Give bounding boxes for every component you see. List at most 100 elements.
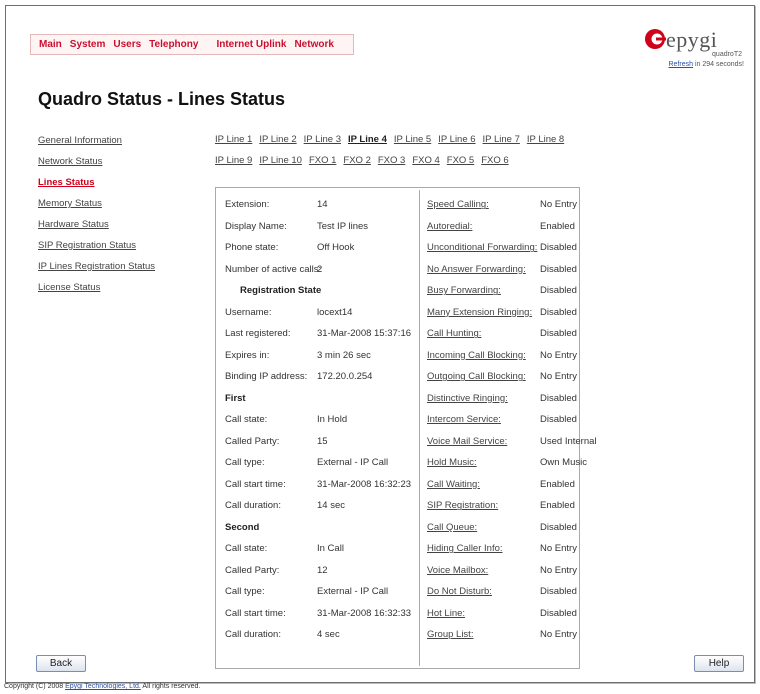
setting-link[interactable]: Group List:	[427, 629, 540, 640]
setting-link[interactable]: Busy Forwarding:	[427, 285, 540, 296]
sidebar-item-ip-lines-registration-status[interactable]: IP Lines Registration Status	[38, 261, 155, 282]
status-row: Registration State	[216, 280, 411, 302]
tab-fxo-3[interactable]: FXO 3	[378, 155, 405, 176]
sidebar-item-lines-status[interactable]: Lines Status	[38, 177, 155, 198]
status-row: Many Extension Ringing: Disabled	[427, 302, 597, 324]
section-heading: Second	[225, 521, 260, 533]
setting-link[interactable]: Autoredial:	[427, 221, 540, 232]
refresh-link[interactable]: Refresh	[668, 61, 693, 68]
back-button[interactable]: Back	[36, 655, 86, 672]
setting-link[interactable]: Voice Mail Service:	[427, 436, 540, 447]
status-value: Disabled	[540, 263, 577, 275]
tab-fxo-5[interactable]: FXO 5	[447, 155, 474, 176]
status-label: Last registered:	[225, 328, 291, 340]
tab-ip-line-3[interactable]: IP Line 3	[304, 134, 341, 155]
setting-link[interactable]: Unconditional Forwarding:	[427, 242, 540, 253]
status-row: Called Party: 15	[216, 431, 411, 453]
status-row: Call Hunting: Disabled	[427, 323, 597, 345]
setting-link[interactable]: No Answer Forwarding:	[427, 264, 540, 275]
device-model: quadroT2	[712, 51, 742, 58]
sidebar-item-license-status[interactable]: License Status	[38, 282, 155, 303]
setting-link[interactable]: Many Extension Ringing:	[427, 307, 540, 318]
status-row: Extension: 14	[216, 194, 411, 216]
status-row: Hot Line: Disabled	[427, 603, 597, 625]
setting-link[interactable]: Hold Music:	[427, 457, 540, 468]
setting-link[interactable]: Hot Line:	[427, 608, 540, 619]
sidebar-item-network-status[interactable]: Network Status	[38, 156, 155, 177]
setting-link[interactable]: Call Queue:	[427, 522, 540, 533]
setting-link[interactable]: Do Not Disturb:	[427, 586, 540, 597]
tab-fxo-2[interactable]: FXO 2	[343, 155, 370, 176]
status-row: Busy Forwarding: Disabled	[427, 280, 597, 302]
section-heading: First	[225, 392, 246, 404]
status-value: 14 sec	[317, 500, 345, 512]
epygi-logo-icon	[645, 29, 666, 49]
nav-item-internet-uplink[interactable]: Internet Uplink	[216, 39, 286, 50]
status-row: Call state: In Call	[216, 538, 411, 560]
nav-item-system[interactable]: System	[70, 39, 106, 50]
status-row: Hiding Caller Info: No Entry	[427, 538, 597, 560]
status-row: Call type: External - IP Call	[216, 452, 411, 474]
status-label: Extension:	[225, 199, 270, 211]
status-value: Enabled	[540, 500, 575, 512]
status-label: Call start time:	[225, 607, 286, 619]
company-link[interactable]: Epygi Technologies, Ltd.	[65, 683, 141, 690]
sidebar-item-general-information[interactable]: General Information	[38, 135, 155, 156]
setting-link[interactable]: Call Hunting:	[427, 328, 540, 339]
status-row: Do Not Disturb: Disabled	[427, 581, 597, 603]
sidebar-item-sip-registration-status[interactable]: SIP Registration Status	[38, 240, 155, 261]
setting-link[interactable]: Incoming Call Blocking:	[427, 350, 540, 361]
tab-ip-line-2[interactable]: IP Line 2	[259, 134, 296, 155]
status-value: External - IP Call	[317, 457, 389, 469]
status-row: Call state: In Hold	[216, 409, 411, 431]
status-label: Called Party:	[225, 435, 280, 447]
refresh-info: Refresh in 294 seconds!	[668, 61, 744, 68]
status-value: Disabled	[540, 521, 577, 533]
nav-item-network[interactable]: Network	[294, 39, 333, 50]
tab-ip-line-1[interactable]: IP Line 1	[215, 134, 252, 155]
status-row: Voice Mail Service: Used Internal	[427, 431, 597, 453]
status-label: Call duration:	[225, 629, 281, 641]
status-row: Number of active calls: 2	[216, 259, 411, 281]
setting-link[interactable]: Distinctive Ringing:	[427, 393, 540, 404]
status-value: Test IP lines	[317, 220, 369, 232]
status-label: Call state:	[225, 414, 268, 426]
tab-fxo-6[interactable]: FXO 6	[481, 155, 508, 176]
tab-ip-line-9[interactable]: IP Line 9	[215, 155, 252, 176]
setting-link[interactable]: Voice Mailbox:	[427, 565, 540, 576]
status-value: Disabled	[540, 607, 577, 619]
setting-link[interactable]: Call Waiting:	[427, 479, 540, 490]
tab-ip-line-7[interactable]: IP Line 7	[483, 134, 520, 155]
status-label: Username:	[225, 306, 272, 318]
setting-link[interactable]: Speed Calling:	[427, 199, 540, 210]
status-row: Incoming Call Blocking: No Entry	[427, 345, 597, 367]
tab-fxo-1[interactable]: FXO 1	[309, 155, 336, 176]
nav-item-users[interactable]: Users	[113, 39, 141, 50]
tab-ip-line-6[interactable]: IP Line 6	[438, 134, 475, 155]
setting-link[interactable]: SIP Registration:	[427, 500, 540, 511]
status-row: SIP Registration: Enabled	[427, 495, 597, 517]
nav-item-telephony[interactable]: Telephony	[149, 39, 198, 50]
sidebar-item-memory-status[interactable]: Memory Status	[38, 198, 155, 219]
status-value: Own Music	[540, 457, 587, 469]
status-label: Call type:	[225, 586, 265, 598]
setting-link[interactable]: Outgoing Call Blocking:	[427, 371, 540, 382]
tab-ip-line-10[interactable]: IP Line 10	[259, 155, 302, 176]
tab-ip-line-4[interactable]: IP Line 4	[348, 134, 387, 155]
status-value: No Entry	[540, 371, 577, 383]
status-label: Expires in:	[225, 349, 270, 361]
help-button[interactable]: Help	[694, 655, 744, 672]
status-value: Disabled	[540, 242, 577, 254]
page-title: Quadro Status - Lines Status	[38, 89, 286, 109]
setting-link[interactable]: Hiding Caller Info:	[427, 543, 540, 554]
setting-link[interactable]: Intercom Service:	[427, 414, 540, 425]
status-row: Call start time: 31-Mar-2008 16:32:23	[216, 474, 411, 496]
copyright-prefix: Copyright (C) 2008	[4, 683, 64, 690]
status-value: Disabled	[540, 414, 577, 426]
nav-item-main[interactable]: Main	[39, 39, 62, 50]
tab-ip-line-5[interactable]: IP Line 5	[394, 134, 431, 155]
status-row: Username: locext14	[216, 302, 411, 324]
tab-fxo-4[interactable]: FXO 4	[412, 155, 439, 176]
tab-ip-line-8[interactable]: IP Line 8	[527, 134, 564, 155]
sidebar-item-hardware-status[interactable]: Hardware Status	[38, 219, 155, 240]
